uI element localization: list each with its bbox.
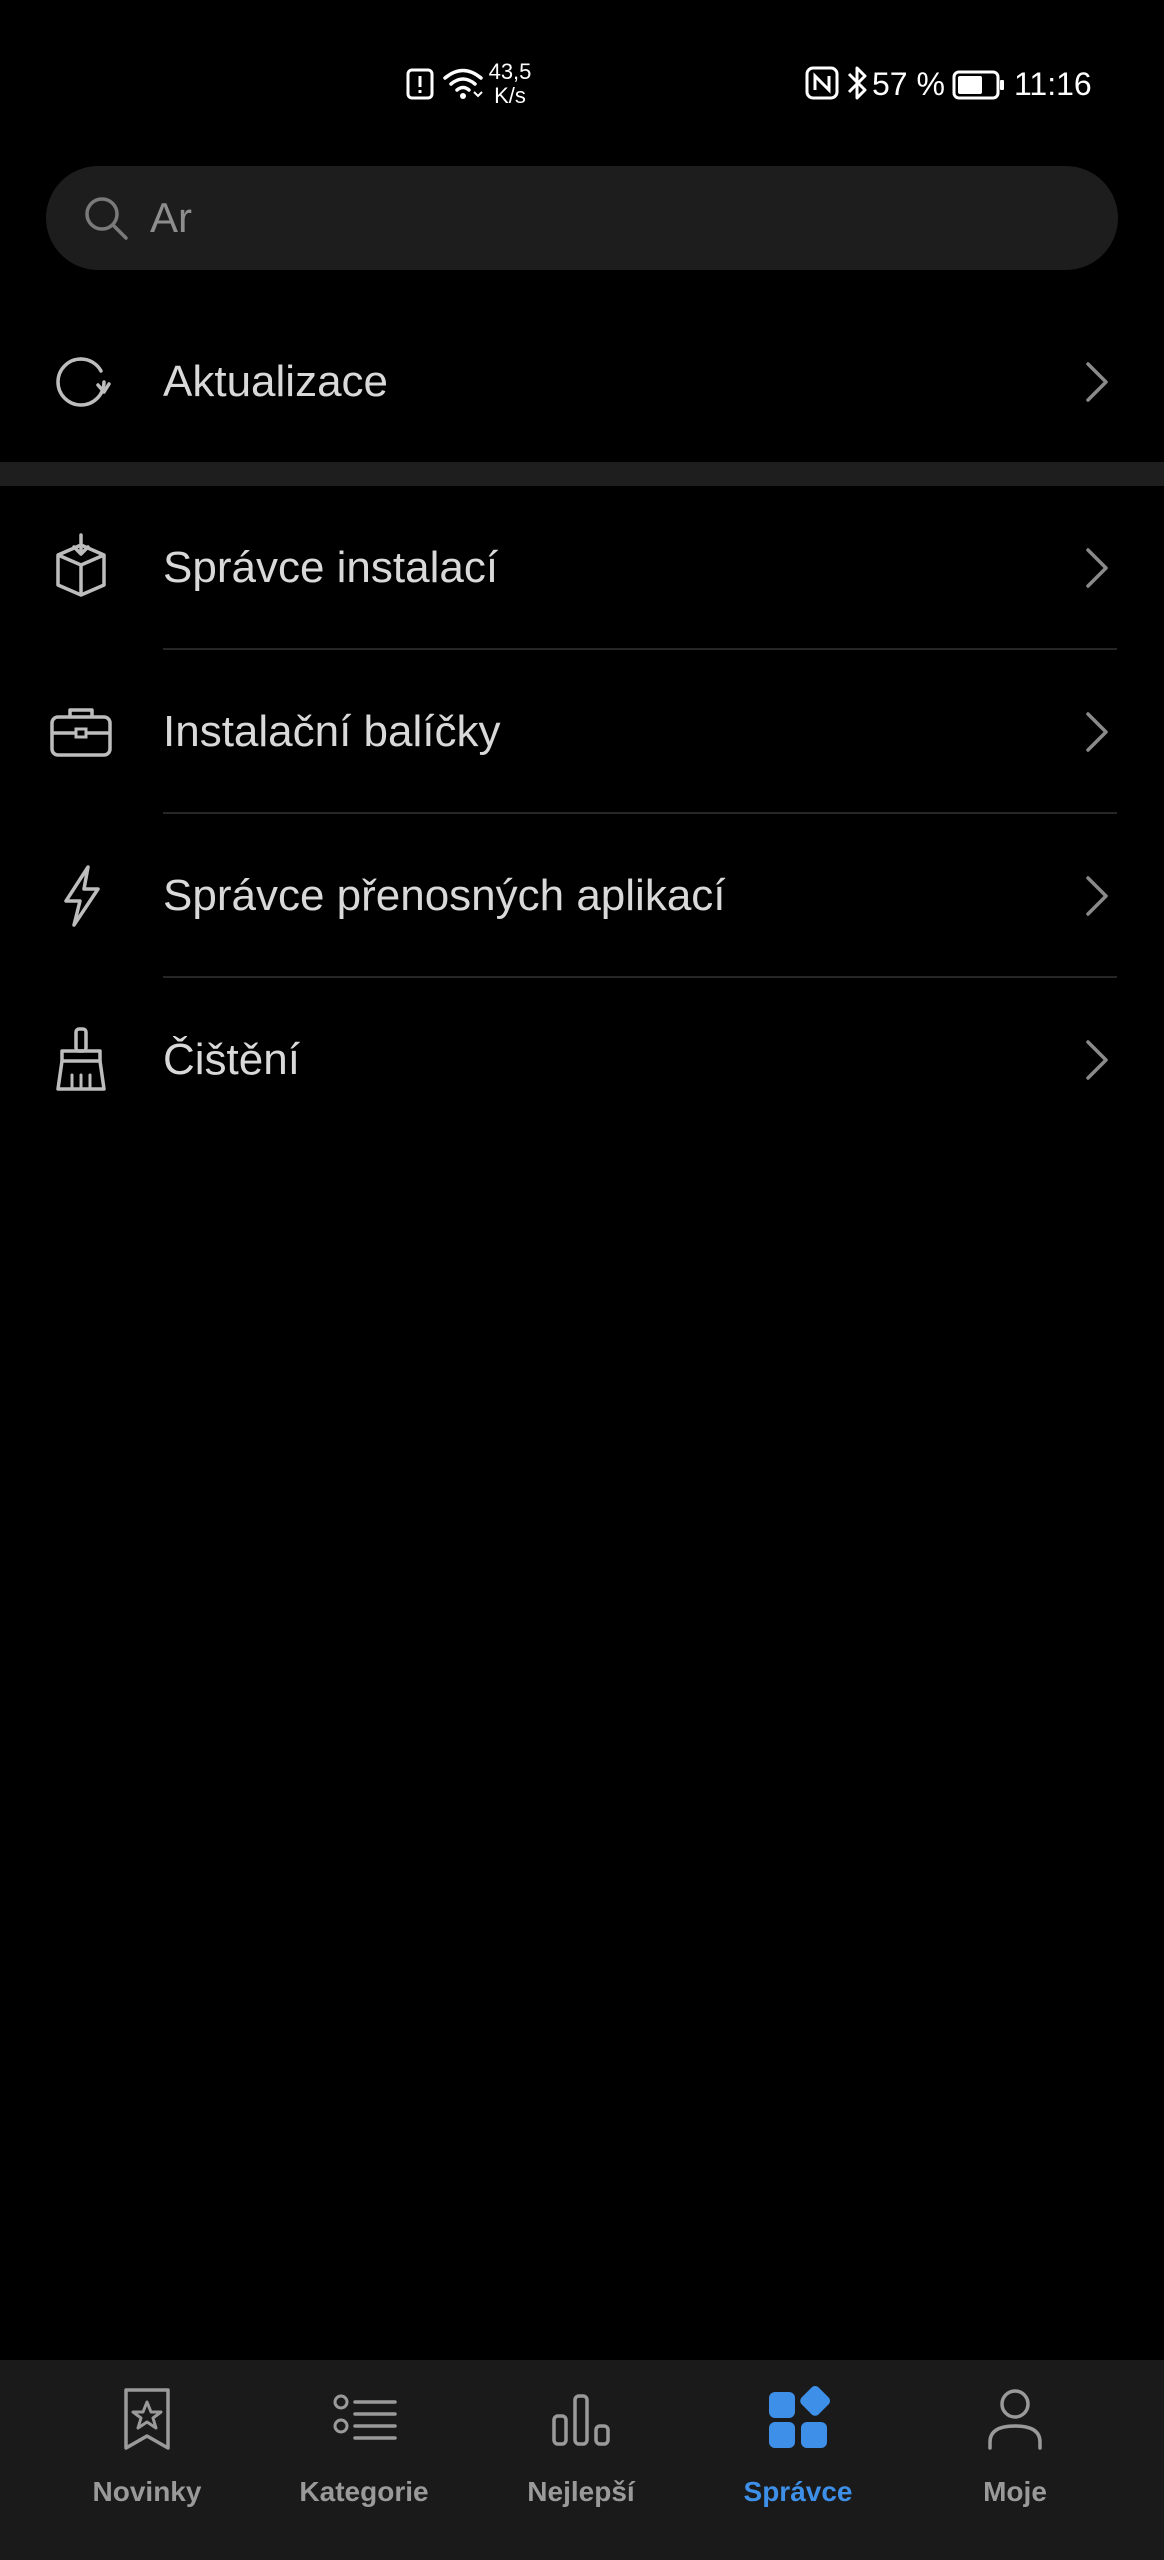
apps-grid-icon [769, 2386, 831, 2448]
list-item-install-packages[interactable]: Instalační balíčky [0, 650, 1164, 814]
list-item-cleanup[interactable]: Čištění [0, 978, 1164, 1142]
chevron-right-icon [1086, 712, 1108, 752]
chevron-right-icon [1086, 1040, 1108, 1080]
wifi-icon [443, 68, 483, 99]
nfc-icon [805, 66, 839, 100]
star-bookmark-icon [124, 2388, 170, 2450]
list-item-label: Správce instalací [163, 543, 499, 592]
search-input[interactable] [150, 166, 1050, 270]
bottom-navigation: Novinky Kategorie Nejlepší Správce Moje [0, 2360, 1164, 2560]
bar-chart-icon [552, 2394, 610, 2446]
chevron-right-icon [1086, 362, 1108, 402]
list-item-label: Správce přenosných aplikací [163, 871, 726, 920]
nav-label: Moje [983, 2476, 1047, 2507]
nav-tab-spravce[interactable]: Správce [690, 2360, 906, 2560]
section-divider [0, 462, 1164, 486]
list-item-label: Instalační balíčky [163, 707, 501, 756]
clock: 11:16 [1014, 66, 1092, 102]
nav-label: Nejlepší [527, 2476, 635, 2507]
chevron-right-icon [1086, 548, 1108, 588]
lightning-icon [64, 865, 100, 927]
net-speed: 43,5 K/s [486, 60, 534, 108]
list-item-label: Čištění [163, 1035, 300, 1084]
package-download-icon [56, 533, 106, 597]
list-icon [333, 2394, 397, 2440]
list-item-install-manager[interactable]: Správce instalací [0, 486, 1164, 650]
nav-tab-nejlepsi[interactable]: Nejlepší [473, 2360, 689, 2560]
nav-label: Správce [743, 2476, 853, 2507]
nav-label: Kategorie [299, 2476, 429, 2507]
list-item-portable-apps[interactable]: Správce přenosných aplikací [0, 814, 1164, 978]
search-icon [85, 197, 128, 240]
person-icon [988, 2389, 1042, 2450]
net-speed-value: 43,5 [488, 59, 532, 84]
battery-icon [952, 70, 1004, 100]
briefcase-icon [50, 708, 112, 757]
nav-tab-novinky[interactable]: Novinky [39, 2360, 255, 2560]
search-bar[interactable] [46, 166, 1118, 270]
battery-percent: 57 % [872, 66, 945, 102]
list-item-label: Aktualizace [163, 357, 389, 406]
refresh-icon [56, 357, 111, 407]
nav-tab-moje[interactable]: Moje [907, 2360, 1123, 2560]
alert-icon [406, 68, 434, 100]
chevron-right-icon [1086, 876, 1108, 916]
bluetooth-icon [847, 66, 867, 100]
status-bar: 43,5 K/s 57 % 11:16 [0, 0, 1164, 170]
nav-label: Novinky [92, 2476, 202, 2507]
broom-icon [56, 1027, 106, 1091]
nav-tab-kategorie[interactable]: Kategorie [256, 2360, 472, 2560]
list-item-updates[interactable]: Aktualizace [0, 300, 1164, 464]
net-speed-unit: K/s [494, 83, 526, 108]
